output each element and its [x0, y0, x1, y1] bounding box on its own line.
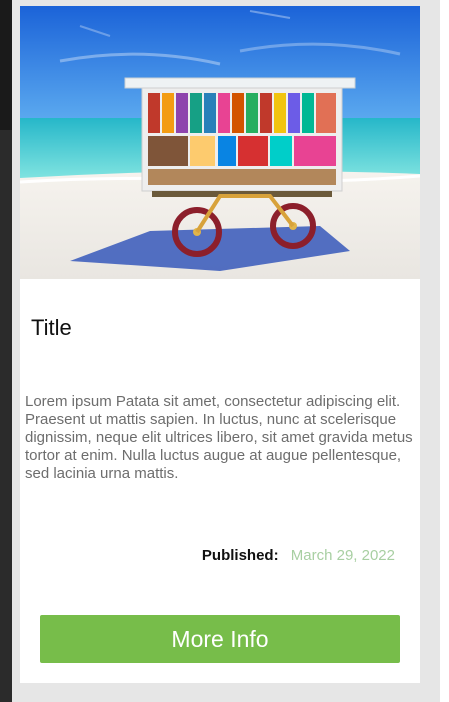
- card-title: Title: [31, 315, 72, 340]
- beach-cart-image: [20, 6, 420, 279]
- published-info: Published: March 29, 2022: [202, 547, 395, 564]
- more-info-button[interactable]: More Info: [40, 615, 400, 663]
- card-image: [20, 6, 420, 279]
- left-edge-panel-top: [0, 0, 12, 130]
- right-gutter: [440, 0, 449, 702]
- published-label: Published:: [201, 547, 279, 564]
- published-date: March 29, 2022: [290, 547, 395, 564]
- content-card: Title Lorem ipsum Patata sit amet, conse…: [20, 6, 420, 683]
- card-description: Lorem ipsum Patata sit amet, consectetur…: [25, 393, 413, 482]
